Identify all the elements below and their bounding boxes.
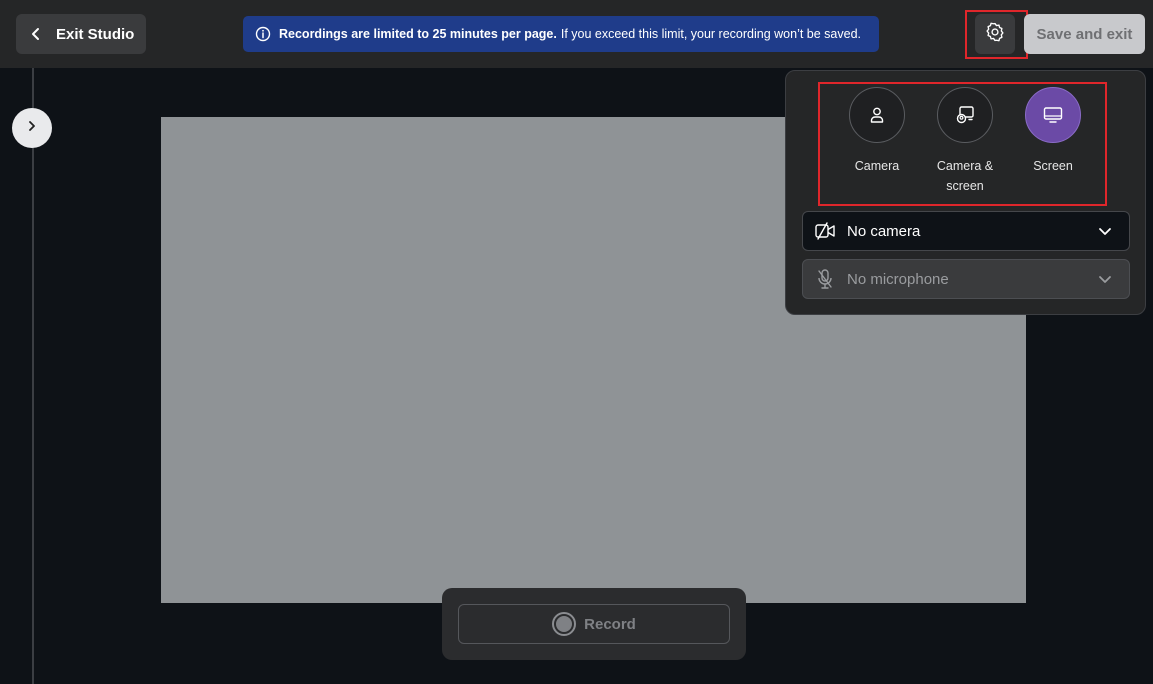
recording-settings-panel: Camera Camera & screen Screen No camera … bbox=[785, 70, 1146, 315]
record-label: Record bbox=[584, 615, 636, 633]
exit-studio-label: Exit Studio bbox=[56, 25, 135, 43]
mode-camera-and-screen[interactable]: Camera & screen bbox=[920, 87, 1010, 196]
settings-button[interactable] bbox=[975, 14, 1015, 54]
mode-screen-label: Screen bbox=[1033, 159, 1073, 173]
camera-screen-icon bbox=[937, 87, 993, 143]
camera-select[interactable]: No camera bbox=[802, 211, 1130, 251]
banner-text: If you exceed this limit, your recording… bbox=[560, 27, 862, 41]
info-icon bbox=[255, 26, 271, 42]
save-and-exit-button[interactable]: Save and exit bbox=[1024, 14, 1145, 54]
mode-screen[interactable]: Screen bbox=[1008, 87, 1098, 176]
chevron-down-icon bbox=[1081, 224, 1129, 238]
camera-off-icon bbox=[803, 221, 847, 241]
record-button[interactable]: Record bbox=[458, 604, 730, 644]
chevron-right-icon bbox=[26, 119, 38, 137]
mode-camera[interactable]: Camera bbox=[832, 87, 922, 176]
monitor-icon bbox=[1025, 87, 1081, 143]
top-bar: Exit Studio Recordings are limited to 25… bbox=[0, 0, 1153, 68]
microphone-select-value: No microphone bbox=[847, 270, 949, 288]
mode-camera-label: Camera bbox=[854, 159, 900, 173]
banner-bold-text: Recordings are limited to 25 minutes per… bbox=[279, 27, 557, 41]
person-icon bbox=[849, 87, 905, 143]
mode-camera-and-screen-label: Camera & screen bbox=[936, 159, 994, 193]
expand-sidebar-button[interactable] bbox=[12, 108, 52, 148]
exit-studio-button[interactable]: Exit Studio bbox=[16, 14, 146, 54]
left-rail-divider bbox=[32, 68, 34, 684]
microphone-off-icon bbox=[803, 268, 847, 290]
gear-icon bbox=[984, 21, 1006, 48]
chevron-down-icon bbox=[1081, 272, 1129, 286]
camera-select-value: No camera bbox=[847, 222, 921, 240]
record-dot-icon bbox=[552, 612, 577, 636]
recording-limit-banner: Recordings are limited to 25 minutes per… bbox=[243, 16, 879, 52]
record-tray: Record bbox=[442, 588, 746, 660]
microphone-select[interactable]: No microphone bbox=[802, 259, 1130, 299]
chevron-left-icon bbox=[16, 27, 56, 41]
